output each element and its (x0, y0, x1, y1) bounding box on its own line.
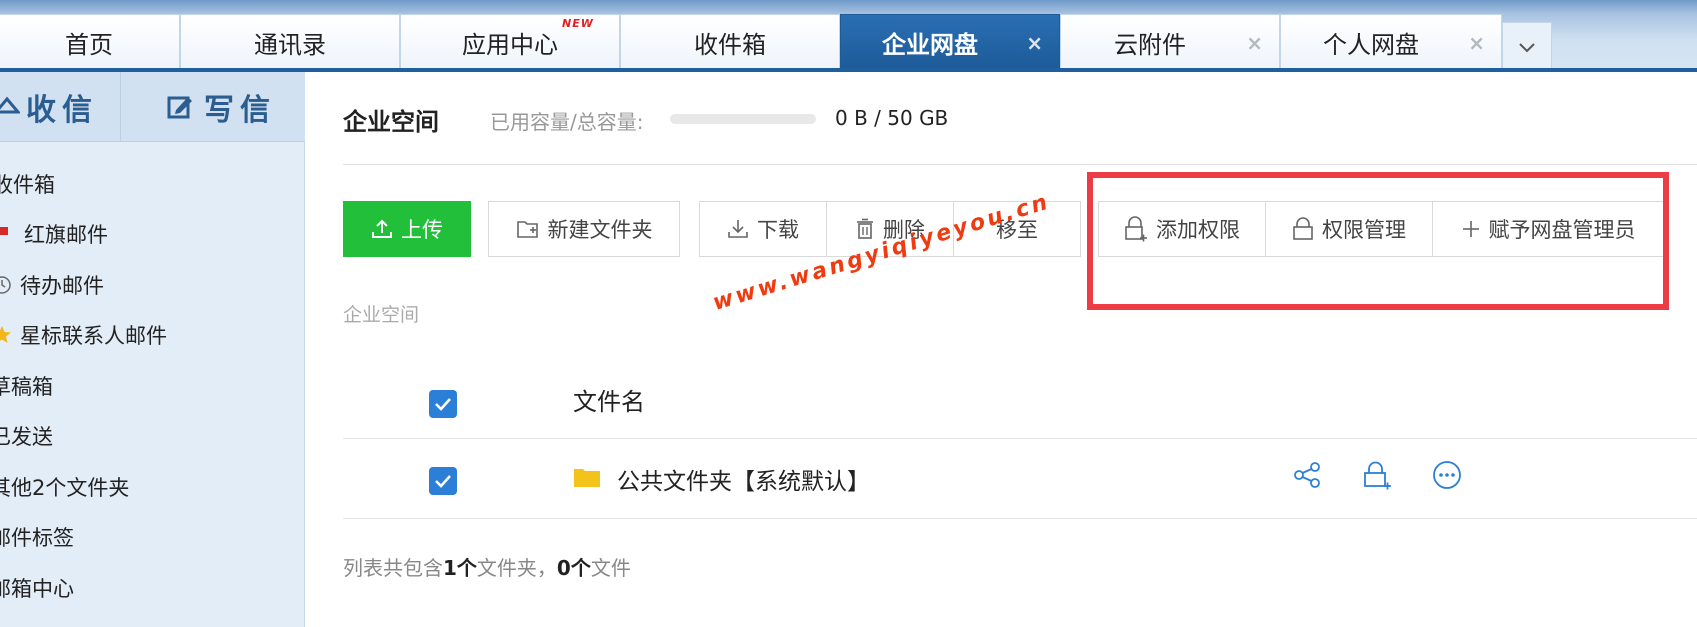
tab-close-icon[interactable]: × (1468, 31, 1485, 55)
sidebar-item-inbox[interactable]: 收件箱 (0, 162, 55, 206)
download-icon (728, 220, 748, 238)
sidebar-item-todo[interactable]: 待办邮件 (0, 263, 104, 307)
tab-label: 企业网盘 (882, 31, 978, 59)
download-label: 下载 (757, 218, 799, 242)
share-icon (1294, 462, 1320, 488)
row-add-permission-button[interactable] (1360, 458, 1394, 492)
storage-used-label: 已用容量/总容量: (490, 110, 644, 134)
page-title: 企业空间 (343, 108, 439, 136)
sidebar-item-label: 星标联系人邮件 (20, 324, 167, 348)
column-header-filename[interactable]: 文件名 (573, 382, 645, 417)
select-all-checkbox[interactable] (429, 390, 457, 418)
tab-label: 收件箱 (694, 31, 766, 59)
summary-suffix: 文件 (590, 556, 631, 580)
sidebar-item-sent[interactable]: 已发送 (0, 414, 53, 458)
tab-close-icon[interactable]: × (1026, 31, 1043, 55)
tab-label: 个人网盘 (1323, 31, 1419, 59)
tab-enterprise-disk[interactable]: 企业网盘 × (840, 14, 1060, 70)
summary-middle: 文件夹， (476, 556, 557, 580)
summary-prefix: 列表共包含 (343, 556, 443, 580)
clock-icon (0, 276, 11, 294)
new-folder-button[interactable]: 新建文件夹 (488, 201, 680, 257)
sidebar-item-label: 收件箱 (0, 173, 55, 197)
tab-label: 云附件 (1114, 31, 1186, 59)
red-flag-icon (0, 227, 8, 235)
tab-overflow-button[interactable] (1502, 22, 1552, 72)
upload-icon (372, 219, 392, 238)
trash-icon (857, 218, 873, 239)
sidebar-item-other-folders[interactable]: 其他2个文件夹 (0, 465, 129, 509)
compose-button[interactable]: 写信 (166, 72, 276, 142)
row-checkbox[interactable] (429, 467, 457, 495)
more-icon (1433, 461, 1461, 489)
sidebar-item-label: 草稿箱 (0, 375, 53, 399)
table-divider (343, 438, 1697, 439)
receive-icon (0, 96, 20, 114)
sidebar-item-mailbox-center[interactable]: 邮箱中心 (0, 566, 74, 610)
tab-contacts[interactable]: 通讯录 (180, 14, 400, 70)
check-icon (435, 475, 451, 488)
summary-folder-count: 1个 (443, 556, 477, 580)
download-button[interactable]: 下载 (699, 201, 827, 257)
sidebar-item-red-flag[interactable]: 红旗邮件 (0, 212, 108, 256)
share-button[interactable] (1290, 458, 1324, 492)
storage-size: 0 B / 50 GB (835, 106, 949, 130)
folder-icon (574, 469, 600, 487)
tab-inbox[interactable]: 收件箱 (620, 14, 840, 70)
main-panel: 企业空间 已用容量/总容量: 0 B / 50 GB 上传 新建文件夹 下载 删… (305, 72, 1697, 627)
sidebar-item-label: 邮箱中心 (0, 577, 74, 601)
tab-home[interactable]: 首页 (0, 14, 180, 70)
new-folder-icon (516, 221, 538, 238)
check-icon (435, 398, 451, 411)
header-divider (343, 164, 1697, 165)
lock-add-icon (1364, 461, 1391, 490)
storage-progress-bar (670, 114, 816, 124)
upload-label: 上传 (401, 218, 443, 242)
breadcrumb[interactable]: 企业空间 (343, 300, 419, 327)
folder-name[interactable]: 公共文件夹【系统默认】 (617, 462, 870, 496)
receive-mail-label: 收信 (26, 93, 98, 128)
sidebar-item-label: 待办邮件 (20, 274, 104, 298)
sidebar-item-label: 邮件标签 (0, 526, 74, 550)
summary-file-count: 0个 (556, 556, 591, 580)
tab-cloud-attachment[interactable]: 云附件 × (1060, 14, 1280, 70)
sidebar-item-label: 红旗邮件 (24, 223, 108, 247)
new-badge: NEW (562, 17, 594, 30)
sidebar-item-starred-contacts[interactable]: 星标联系人邮件 (0, 313, 167, 357)
table-divider (343, 518, 1697, 519)
sidebar-actions: 收信 写信 (0, 72, 305, 142)
sidebar-item-label: 已发送 (0, 425, 53, 449)
compose-icon (167, 96, 192, 119)
tab-label: 应用中心 (462, 31, 558, 59)
receive-mail-button[interactable]: 收信 (0, 72, 98, 142)
highlight-box (1087, 172, 1669, 310)
tab-close-icon[interactable]: × (1246, 31, 1263, 55)
sidebar: 收信 写信 收件箱 红旗邮件 待办邮件 星标联系人邮件 草稿箱 已发送 其他2个… (0, 72, 305, 627)
list-summary: 列表共包含1个文件夹，0个文件 (343, 552, 631, 581)
compose-label: 写信 (204, 93, 276, 128)
tab-label: 通讯录 (254, 31, 326, 59)
sidebar-item-mail-tags[interactable]: 邮件标签 (0, 515, 74, 559)
upload-button[interactable]: 上传 (343, 201, 471, 257)
new-folder-label: 新建文件夹 (547, 218, 653, 242)
star-icon (0, 326, 11, 343)
tab-personal-disk[interactable]: 个人网盘 × (1280, 14, 1502, 70)
more-button[interactable] (1430, 458, 1464, 492)
sidebar-item-label: 其他2个文件夹 (0, 476, 130, 500)
tab-label: 首页 (65, 31, 113, 59)
top-tab-bar: 首页 通讯录 应用中心 收件箱 企业网盘 × 云附件 × 个人网盘 × NEW (0, 0, 1697, 72)
sidebar-divider (120, 72, 121, 142)
sidebar-item-drafts[interactable]: 草稿箱 (0, 364, 53, 408)
chevron-down-icon (1519, 43, 1535, 53)
